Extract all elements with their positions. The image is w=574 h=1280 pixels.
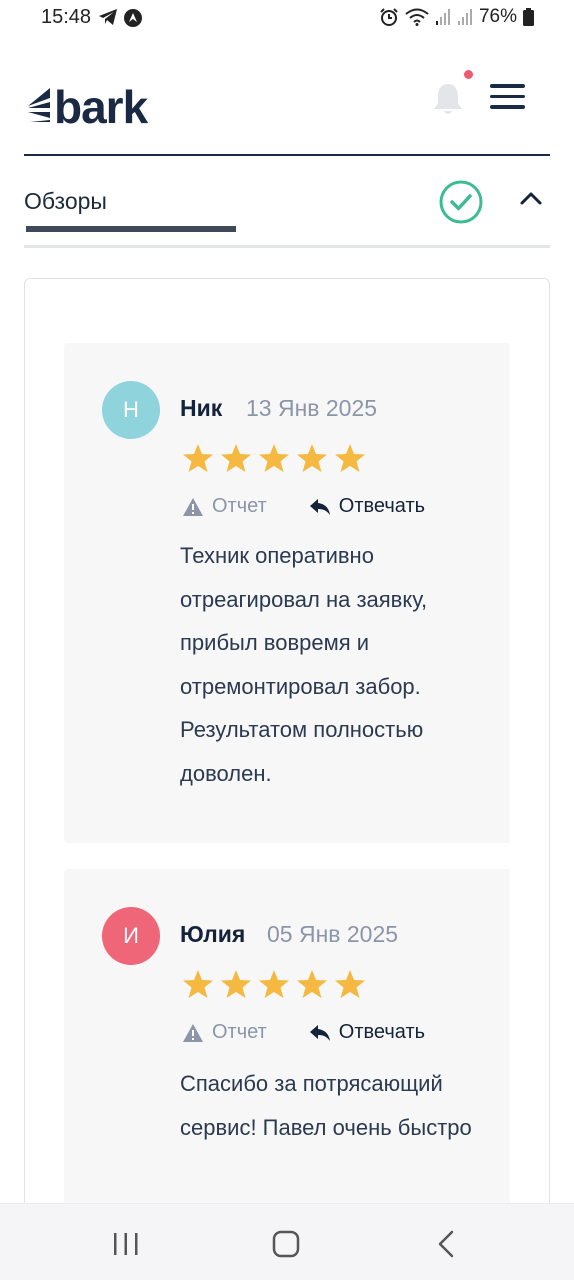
section-divider (24, 245, 550, 248)
bark-logo-icon (26, 86, 52, 129)
reply-icon (309, 498, 330, 515)
reply-icon (309, 1024, 330, 1041)
scrolled-heading-fragment (24, 226, 550, 244)
status-left-icons (98, 8, 143, 33)
review-text: Техник оперативно отреагировал на заявку… (180, 543, 428, 786)
review-date: 05 Янв 2025 (267, 921, 399, 947)
bell-icon[interactable] (432, 82, 464, 123)
alarm-icon (379, 7, 399, 27)
star-icon (183, 444, 213, 472)
report-label: Отчет (212, 495, 267, 517)
star-icon (221, 970, 251, 998)
telegram-icon (98, 8, 118, 33)
hamburger-menu-icon[interactable] (490, 84, 525, 110)
avatar-initial: Н (123, 397, 139, 422)
status-bar: 15:48 76% (0, 0, 574, 36)
report-button[interactable]: Отчет (182, 495, 267, 518)
reviewer-name: Ник (180, 395, 223, 421)
report-label: Отчет (212, 1021, 267, 1043)
avatar: И (102, 907, 160, 965)
reply-button[interactable]: Отвечать (309, 1021, 425, 1044)
recent-apps-icon[interactable] (112, 1232, 140, 1261)
star-icon (259, 444, 289, 472)
avatar-initial: И (123, 923, 139, 948)
review-actions: Отчет Отвечать (182, 1021, 425, 1044)
chevron-up-icon[interactable] (519, 190, 543, 211)
review-text: Спасибо за потрясающий сервис! Павел оче… (180, 1071, 472, 1140)
section-title: Обзоры (24, 188, 107, 214)
notification-dot (464, 70, 473, 79)
star-rating (182, 443, 366, 473)
star-rating (182, 969, 366, 999)
star-icon (259, 970, 289, 998)
star-icon (183, 970, 213, 998)
signal-icon (435, 8, 451, 26)
reply-label: Отвечать (338, 495, 426, 517)
review-date: 13 Янв 2025 (246, 395, 378, 421)
wifi-icon (405, 8, 429, 26)
battery-percent: 76% (478, 6, 517, 27)
avatar: Н (102, 381, 160, 439)
check-circle-icon (438, 179, 484, 230)
review-actions: Отчет Отвечать (182, 495, 425, 518)
header-divider (24, 154, 550, 156)
home-icon[interactable] (272, 1230, 300, 1263)
star-icon (335, 970, 365, 998)
bark-logo[interactable]: bark (26, 81, 148, 133)
reviewer-name: Юлия (180, 921, 246, 947)
status-right: 76% (379, 6, 534, 28)
star-icon (335, 444, 365, 472)
battery-icon (523, 8, 534, 26)
system-nav-bar (0, 1203, 574, 1280)
reply-label: Отвечать (338, 1021, 426, 1043)
signal-icon-2 (457, 8, 473, 26)
navigation-icon (123, 8, 143, 33)
warning-icon (183, 497, 203, 516)
star-icon (297, 444, 327, 472)
report-button[interactable]: Отчет (182, 1021, 267, 1044)
status-time: 15:48 (41, 6, 92, 28)
star-icon (297, 970, 327, 998)
reply-button[interactable]: Отвечать (309, 495, 425, 518)
warning-icon (183, 1023, 203, 1042)
bark-logo-text: bark (54, 81, 148, 133)
back-icon[interactable] (436, 1230, 458, 1263)
star-icon (221, 444, 251, 472)
review-item: Н Ник 13 Янв 2025 Отчет Отвечать Техник … (64, 343, 510, 843)
